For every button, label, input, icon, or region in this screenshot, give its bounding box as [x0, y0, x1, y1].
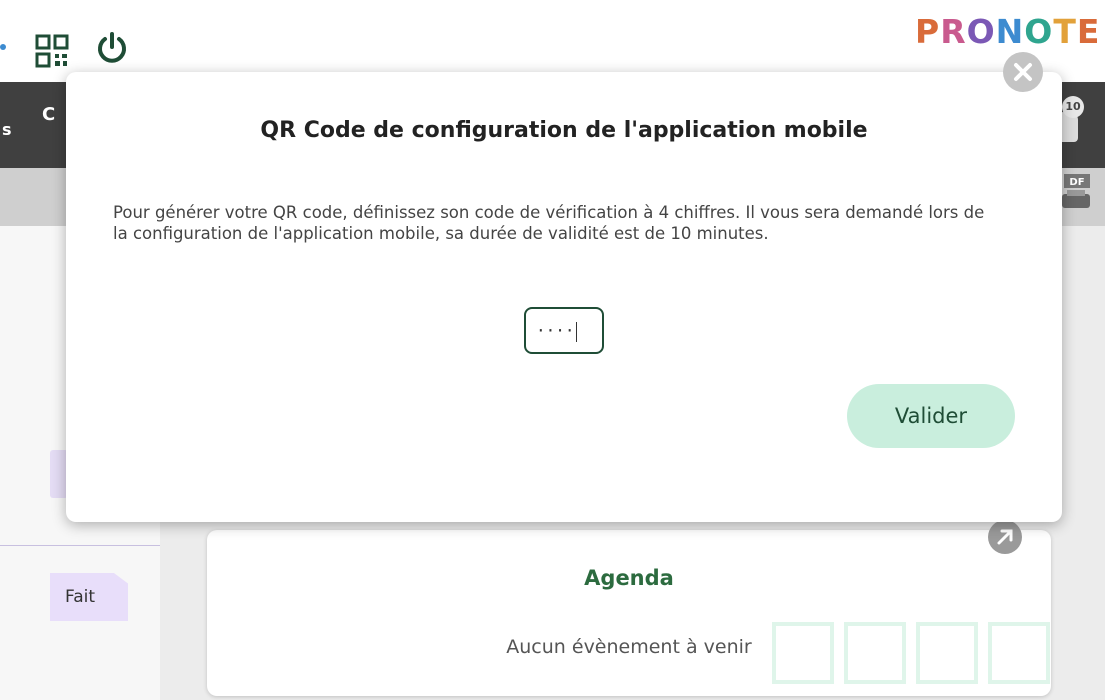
power-icon[interactable] — [94, 30, 130, 66]
logo-letter: T — [1053, 12, 1077, 51]
dialog-description: Pour générer votre QR code, définissez s… — [113, 203, 985, 243]
qr-code-icon[interactable] — [35, 34, 69, 68]
logo-letter: R — [940, 12, 967, 51]
validate-button[interactable]: Valider — [847, 384, 1015, 448]
expand-icon[interactable] — [988, 520, 1022, 554]
status-chip-fait: Fait — [50, 573, 128, 621]
agenda-card: Agenda Aucun évènement à venir — [207, 530, 1051, 696]
logo-letter: E — [1076, 12, 1101, 51]
left-panel-divider — [0, 545, 160, 546]
agenda-empty-message: Aucun évènement à venir — [506, 636, 752, 658]
header-dot — [0, 44, 6, 50]
logo-letter: O — [1024, 12, 1054, 51]
agenda-title: Agenda — [584, 566, 674, 590]
dialog-title: QR Code de configuration de l'applicatio… — [260, 118, 868, 143]
notification-badge: 10 — [1062, 96, 1084, 118]
svg-text:DF: DF — [1069, 177, 1084, 188]
logo-letter: O — [966, 12, 996, 51]
pdf-print-icon[interactable]: DF — [1060, 172, 1092, 214]
nav-item-partial-left[interactable]: s — [2, 120, 12, 139]
pronote-logo: PRONOTE — [915, 12, 1100, 51]
nav-item-partial[interactable]: C — [42, 104, 55, 125]
text-caret — [575, 321, 577, 342]
qr-config-dialog: QR Code de configuration de l'applicatio… — [66, 72, 1062, 522]
logo-letter: N — [995, 12, 1025, 51]
verification-code-value: ···· — [536, 321, 575, 340]
verification-code-input[interactable]: ···· — [524, 307, 604, 354]
logo-letter: P — [915, 12, 941, 51]
close-icon[interactable] — [1003, 52, 1043, 92]
